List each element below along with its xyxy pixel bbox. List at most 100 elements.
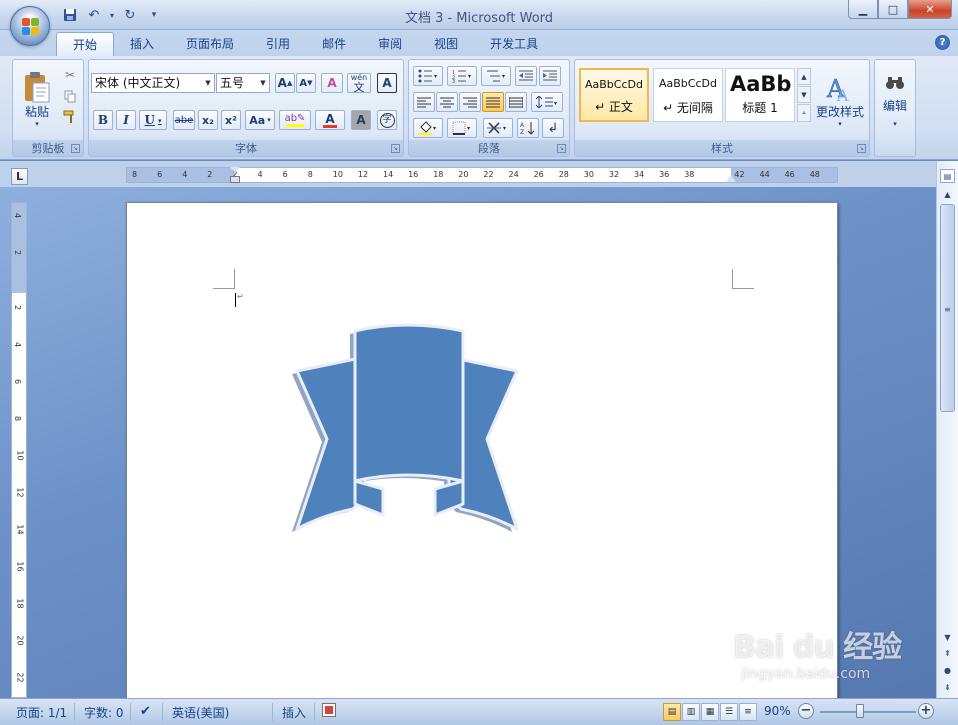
next-page-icon[interactable]: ⇟ xyxy=(940,681,955,695)
subscript-button[interactable]: x₂ xyxy=(198,110,218,130)
shrink-font-button[interactable]: A ▼ xyxy=(296,73,316,93)
scroll-thumb[interactable]: ≡ xyxy=(940,204,955,412)
macro-record-icon[interactable] xyxy=(322,703,336,717)
change-styles-button[interactable]: AA 更改样式 ▾ xyxy=(813,64,867,136)
enclose-characters-button[interactable]: 字 xyxy=(377,110,397,130)
align-left-button[interactable] xyxy=(413,92,435,112)
copy-icon[interactable] xyxy=(61,87,79,105)
insert-mode[interactable]: 插入 xyxy=(282,704,306,721)
minimize-button[interactable]: ▁ xyxy=(848,0,878,19)
vertical-scrollbar[interactable]: ▤ ▲ ≡ ▼ ⇞ ● ⇟ xyxy=(936,161,958,698)
distributed-button[interactable] xyxy=(505,92,527,112)
style-normal[interactable]: AaBbCcDd ↵ 正文 xyxy=(579,68,649,122)
multilevel-list-button[interactable]: ▾ xyxy=(481,66,511,86)
italic-button[interactable]: I xyxy=(116,110,136,130)
right-indent-marker[interactable] xyxy=(726,175,736,182)
tab-page-layout[interactable]: 页面布局 xyxy=(170,32,250,56)
paste-button[interactable]: 粘贴 ▾ xyxy=(17,64,57,134)
page-count[interactable]: 页面: 1/1 xyxy=(16,704,67,721)
character-border-button[interactable]: A xyxy=(377,73,397,93)
increase-indent-button[interactable] xyxy=(539,66,561,86)
justify-button[interactable] xyxy=(482,92,504,112)
shading-button[interactable]: ▾ xyxy=(413,118,443,138)
borders-button[interactable]: ▾ xyxy=(447,118,477,138)
phonetic-guide-button[interactable]: wén 文 xyxy=(347,73,371,93)
document-page[interactable]: ↵ xyxy=(126,202,838,712)
font-size-combo[interactable]: 五号 ▼ xyxy=(216,73,270,93)
bullets-button[interactable]: ▾ xyxy=(413,66,443,86)
styles-scroll-down-icon[interactable]: ▼ xyxy=(797,86,811,103)
style-heading-1[interactable]: AaBb 标题 1 xyxy=(725,68,795,122)
help-icon[interactable]: ? xyxy=(935,35,950,50)
paragraph-dialog-launcher[interactable]: ↘ xyxy=(557,144,566,153)
font-color-button[interactable]: A xyxy=(315,110,345,130)
select-browse-object-icon[interactable]: ● xyxy=(940,664,955,678)
align-center-button[interactable] xyxy=(436,92,458,112)
ribbon-banner-shape[interactable] xyxy=(287,321,527,541)
cut-icon[interactable]: ✂ xyxy=(61,66,79,84)
line-spacing-button[interactable]: ▾ xyxy=(531,92,563,112)
zoom-in-icon[interactable]: + xyxy=(918,703,934,719)
styles-dialog-launcher[interactable]: ↘ xyxy=(857,144,866,153)
highlight-color-button[interactable]: ab✎ xyxy=(279,110,311,130)
decrease-indent-button[interactable] xyxy=(515,66,537,86)
styles-scroll-up-icon[interactable]: ▲ xyxy=(797,68,811,85)
print-layout-view-icon[interactable]: ▤ xyxy=(663,703,681,721)
sort-button[interactable]: AZ xyxy=(517,118,539,138)
underline-button[interactable]: U ▾ xyxy=(139,110,167,130)
tab-mailings[interactable]: 邮件 xyxy=(306,32,362,56)
maximize-button[interactable]: □ xyxy=(878,0,908,19)
scroll-down-icon[interactable]: ▼ xyxy=(940,631,955,645)
tab-home[interactable]: 开始 xyxy=(56,32,115,56)
web-layout-view-icon[interactable]: ▦ xyxy=(701,703,719,721)
language[interactable]: 英语(美国) xyxy=(172,704,229,721)
full-screen-reading-view-icon[interactable]: ▥ xyxy=(682,703,700,721)
draft-view-icon[interactable]: ≡ xyxy=(739,703,757,721)
editing-button[interactable]: 编辑 ▾ xyxy=(877,64,913,138)
zoom-slider-thumb[interactable] xyxy=(856,704,864,718)
first-line-indent-marker[interactable] xyxy=(230,167,240,173)
ruler-tick-label: 20 xyxy=(458,170,469,179)
status-bar: 页面: 1/1 字数: 0 ✔ 英语(美国) 插入 ▤ ▥ ▦ ☰ ≡ 90% … xyxy=(0,698,958,725)
view-ruler-icon[interactable]: ▤ xyxy=(940,169,955,183)
proofing-icon[interactable]: ✔ xyxy=(140,704,151,719)
clear-formatting-button[interactable]: A xyxy=(321,73,343,93)
style-no-spacing[interactable]: AaBbCcDd ↵ 无间隔 xyxy=(653,68,723,122)
tab-developer[interactable]: 开发工具 xyxy=(474,32,554,56)
format-painter-icon[interactable] xyxy=(61,108,79,126)
strikethrough-button[interactable]: abe xyxy=(173,110,195,130)
tab-view[interactable]: 视图 xyxy=(418,32,474,56)
word-count[interactable]: 字数: 0 xyxy=(84,704,124,721)
show-hide-marks-button[interactable]: ↲ xyxy=(542,118,564,138)
character-shading-button[interactable]: A xyxy=(351,110,371,130)
font-name-combo[interactable]: 宋体 (中文正文) ▼ xyxy=(91,73,215,93)
align-right-button[interactable] xyxy=(459,92,481,112)
grow-font-button[interactable]: A ▲ xyxy=(275,73,295,93)
bold-button[interactable]: B xyxy=(93,110,113,130)
tab-selector[interactable]: L xyxy=(11,168,28,185)
zoom-out-icon[interactable]: − xyxy=(798,703,814,719)
change-case-button[interactable]: Aa ▾ xyxy=(245,110,275,130)
tab-insert[interactable]: 插入 xyxy=(114,32,170,56)
close-button[interactable]: ✕ xyxy=(908,0,952,19)
styles-more-icon[interactable]: ⩡ xyxy=(797,104,811,122)
ruler-tick-label: 22 xyxy=(483,170,494,179)
font-dialog-launcher[interactable]: ↘ xyxy=(391,144,400,153)
sort-icon: AZ xyxy=(520,122,535,135)
left-indent-marker[interactable] xyxy=(230,176,240,183)
zoom-slider[interactable] xyxy=(820,711,916,713)
tab-references[interactable]: 引用 xyxy=(250,32,306,56)
horizontal-ruler[interactable]: 8 6 4 2 2 4 6 8 10 12 14 16 18 20 22 24 26 28 30 32 34 36 38 42… xyxy=(126,167,838,183)
vertical-ruler[interactable]: 4 2 2 4 6 8 10 12 14 16 18 20 22 xyxy=(11,202,27,698)
zoom-level[interactable]: 90% xyxy=(764,704,791,718)
superscript-button[interactable]: x² xyxy=(221,110,241,130)
office-button[interactable] xyxy=(10,6,50,46)
scroll-up-icon[interactable]: ▲ xyxy=(940,188,955,202)
clipboard-dialog-launcher[interactable]: ↘ xyxy=(71,144,80,153)
outline-view-icon[interactable]: ☰ xyxy=(720,703,738,721)
previous-page-icon[interactable]: ⇞ xyxy=(940,647,955,661)
tab-review[interactable]: 审阅 xyxy=(362,32,418,56)
numbering-button[interactable]: 1 2 3 ▾ xyxy=(447,66,477,86)
line-spacing-icon: ▾ xyxy=(536,96,557,108)
chinese-layout-button[interactable]: ▾ xyxy=(483,118,513,138)
